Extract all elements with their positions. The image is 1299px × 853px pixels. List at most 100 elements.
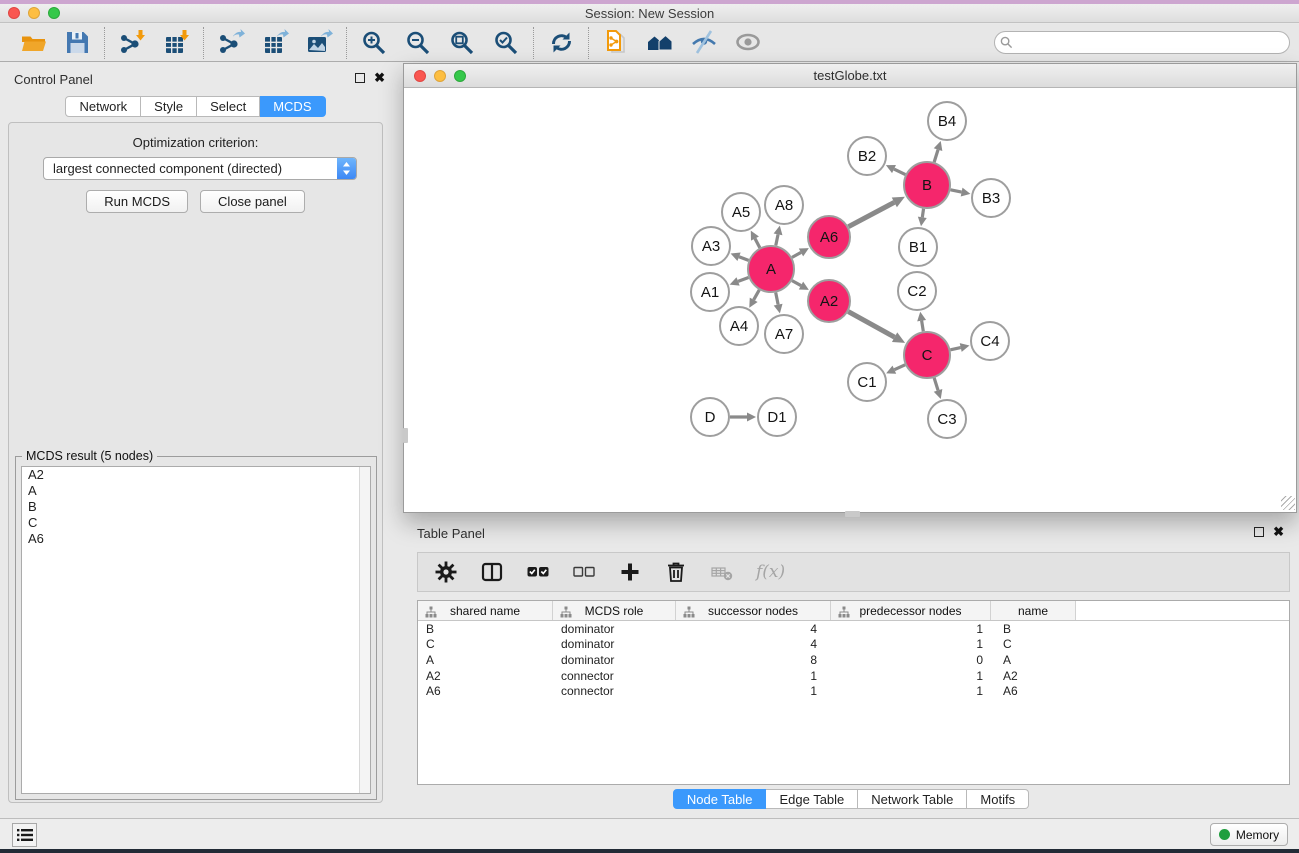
left-splitter-handle[interactable]	[403, 428, 408, 443]
result-item[interactable]: C	[22, 515, 370, 531]
edge-A-A2[interactable]	[792, 281, 801, 286]
table-cell[interactable]: 1	[831, 637, 991, 653]
memory-button[interactable]: Memory	[1210, 823, 1288, 846]
edge-A6-B[interactable]	[848, 202, 894, 226]
edge-A-A6[interactable]	[792, 252, 801, 257]
column-header-name[interactable]: name	[991, 601, 1076, 620]
table-cell[interactable]: connector	[553, 668, 676, 684]
show-all-icon[interactable]	[732, 27, 764, 59]
column-header-shared-name[interactable]: shared name	[418, 601, 553, 620]
tab-select[interactable]: Select	[197, 96, 260, 117]
function-builder-button[interactable]: f(x)	[756, 562, 785, 582]
table-cell[interactable]: 4	[676, 621, 831, 637]
mcds-result-list[interactable]: A2ABCA6	[21, 466, 371, 794]
table-row[interactable]: Bdominator41B	[418, 621, 1289, 637]
table-cell[interactable]: 8	[676, 652, 831, 668]
table-row[interactable]: A2connector11A2	[418, 668, 1289, 684]
result-item[interactable]: A6	[22, 531, 370, 547]
table-cell[interactable]: C	[418, 637, 553, 653]
table-row[interactable]: Cdominator41C	[418, 637, 1289, 653]
export-table-icon[interactable]	[259, 27, 291, 59]
zoom-in-icon[interactable]	[358, 27, 390, 59]
edge-B-B3[interactable]	[951, 190, 962, 192]
table-cell[interactable]: dominator	[553, 621, 676, 637]
tab-motifs[interactable]: Motifs	[967, 789, 1029, 809]
table-cell[interactable]: 1	[831, 668, 991, 684]
table-row[interactable]: A6connector11A6	[418, 683, 1289, 699]
save-session-icon[interactable]	[61, 27, 93, 59]
edge-A-A3[interactable]	[739, 257, 749, 261]
select-all-icon[interactable]	[526, 560, 550, 584]
table-cell[interactable]: A6	[991, 683, 1076, 699]
table-cell[interactable]: A	[418, 652, 553, 668]
column-header-successor-nodes[interactable]: successor nodes	[676, 601, 831, 620]
deselect-all-icon[interactable]	[572, 560, 596, 584]
task-history-button[interactable]	[12, 823, 37, 847]
edge-C-C1[interactable]	[894, 365, 905, 370]
apply-layout-icon[interactable]	[545, 27, 577, 59]
settings-icon[interactable]	[434, 560, 458, 584]
table-cell[interactable]: A6	[418, 683, 553, 699]
table-cell[interactable]: A	[991, 652, 1076, 668]
result-item[interactable]: A2	[22, 467, 370, 483]
table-cell[interactable]: dominator	[553, 652, 676, 668]
table-cell[interactable]: 1	[831, 621, 991, 637]
bottom-splitter-handle[interactable]	[845, 511, 860, 517]
table-cell[interactable]: B	[991, 621, 1076, 637]
table-cell[interactable]: connector	[553, 683, 676, 699]
close-panel-button[interactable]: Close panel	[200, 190, 305, 213]
import-table-icon[interactable]	[160, 27, 192, 59]
float-panel-icon[interactable]	[355, 73, 365, 83]
edge-C-C2[interactable]	[922, 321, 924, 332]
tab-network[interactable]: Network	[65, 96, 141, 117]
edge-C-C4[interactable]	[950, 348, 960, 350]
network-from-selection-icon[interactable]	[600, 27, 632, 59]
table-cell[interactable]: 4	[676, 637, 831, 653]
result-item[interactable]: B	[22, 499, 370, 515]
edge-A-A4[interactable]	[754, 290, 760, 300]
zoom-out-icon[interactable]	[402, 27, 434, 59]
resize-grip-icon[interactable]	[1281, 496, 1295, 510]
network-canvas[interactable]: B4B2BB3A5A8A6A3B1AA1C2A2A4A7C4CC1C3DD1	[404, 88, 1296, 511]
edge-B-B4[interactable]	[934, 150, 938, 162]
edge-A-A7[interactable]	[776, 293, 778, 305]
result-scrollbar[interactable]	[359, 467, 370, 793]
optimization-criterion-select[interactable]: largest connected component (directed)	[43, 157, 357, 180]
zoom-fit-icon[interactable]	[446, 27, 478, 59]
delete-column-icon[interactable]	[664, 560, 688, 584]
edge-A-A8[interactable]	[776, 234, 778, 245]
tab-node-table[interactable]: Node Table	[673, 789, 767, 809]
table-cell[interactable]: 0	[831, 652, 991, 668]
run-mcds-button[interactable]: Run MCDS	[86, 190, 188, 213]
edge-A-A1[interactable]	[738, 277, 748, 281]
tab-edge-table[interactable]: Edge Table	[766, 789, 858, 809]
column-header-MCDS-role[interactable]: MCDS role	[553, 601, 676, 620]
column-header-predecessor-nodes[interactable]: predecessor nodes	[831, 601, 991, 620]
tab-style[interactable]: Style	[141, 96, 197, 117]
table-cell[interactable]: A2	[418, 668, 553, 684]
import-network-icon[interactable]	[116, 27, 148, 59]
table-row[interactable]: Adominator80A	[418, 652, 1289, 668]
tab-network-table[interactable]: Network Table	[858, 789, 967, 809]
zoom-selected-icon[interactable]	[490, 27, 522, 59]
column-selector-icon[interactable]	[480, 560, 504, 584]
table-cell[interactable]: C	[991, 637, 1076, 653]
float-table-panel-icon[interactable]	[1254, 527, 1264, 537]
open-session-icon[interactable]	[17, 27, 49, 59]
export-network-icon[interactable]	[215, 27, 247, 59]
delete-table-icon[interactable]	[710, 560, 734, 584]
edge-C-C3[interactable]	[934, 378, 938, 390]
search-input[interactable]	[994, 31, 1290, 54]
hide-selected-icon[interactable]	[688, 27, 720, 59]
edge-B-B1[interactable]	[922, 209, 923, 218]
close-table-panel-icon[interactable]: ✖	[1273, 526, 1284, 538]
table-cell[interactable]: 1	[676, 668, 831, 684]
table-cell[interactable]: 1	[676, 683, 831, 699]
add-column-icon[interactable]	[618, 560, 642, 584]
table-cell[interactable]: dominator	[553, 637, 676, 653]
table-cell[interactable]: B	[418, 621, 553, 637]
table-cell[interactable]: A2	[991, 668, 1076, 684]
close-panel-icon[interactable]: ✖	[374, 72, 385, 84]
export-image-icon[interactable]	[303, 27, 335, 59]
edge-A2-C[interactable]	[848, 312, 894, 338]
